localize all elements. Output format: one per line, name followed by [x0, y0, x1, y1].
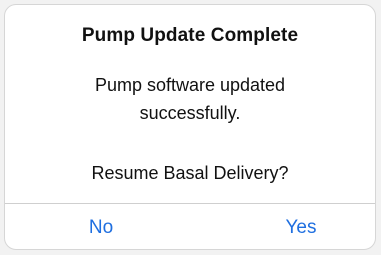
dialog-message: Pump software updated successfully.	[5, 71, 375, 127]
dialog-message-line-2: successfully.	[139, 103, 241, 123]
dialog-question: Resume Basal Delivery?	[91, 163, 289, 183]
no-button[interactable]: No	[51, 204, 151, 249]
yes-button[interactable]: Yes	[251, 204, 351, 249]
dialog-title: Pump Update Complete	[81, 25, 299, 46]
dialog-message-line-1: Pump software updated	[94, 75, 286, 95]
alert-dialog: Pump Update Complete Pump software updat…	[4, 4, 376, 250]
